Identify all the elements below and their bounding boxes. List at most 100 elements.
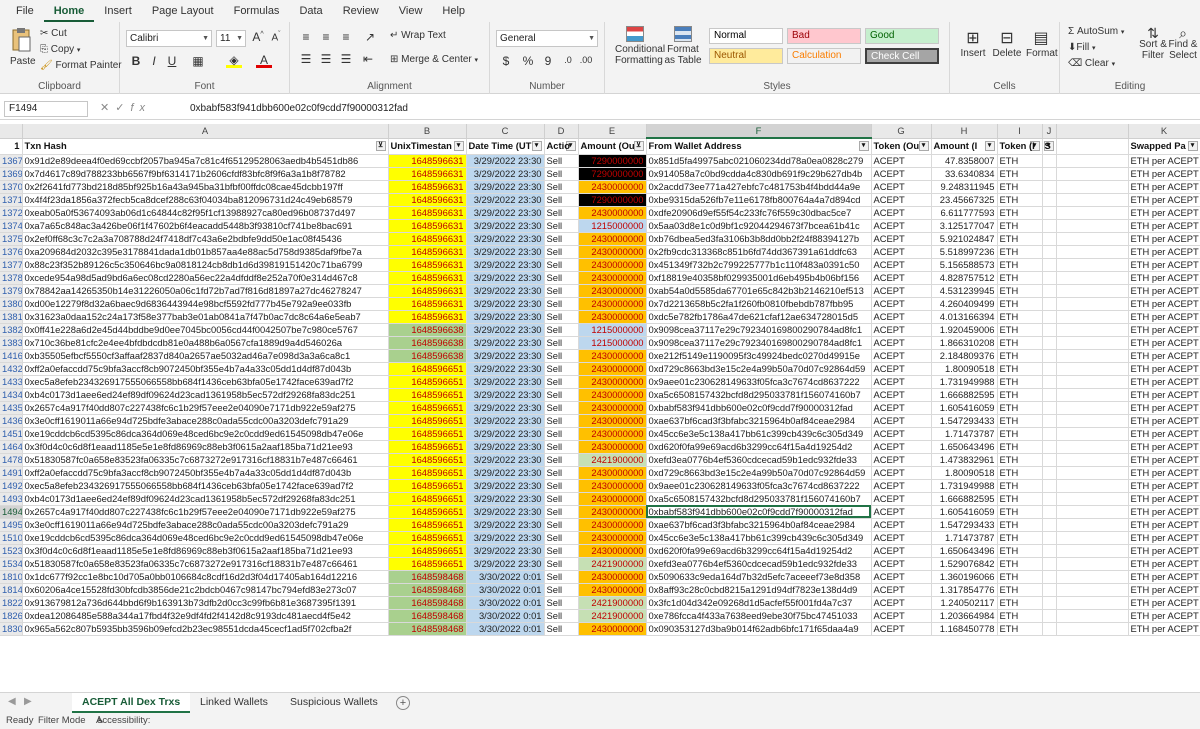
amount-in-cell[interactable]: 1.168450778 [931, 622, 998, 636]
action-cell[interactable]: Sell [544, 154, 579, 168]
unix-timestamp-cell[interactable]: 1648596651 [388, 531, 467, 545]
token-in-cell[interactable]: ETH [997, 401, 1043, 415]
action-cell[interactable]: Sell [544, 336, 579, 350]
ribbon-tab-insert[interactable]: Insert [94, 2, 142, 22]
amount-out-cell[interactable]: 2430000000 [578, 440, 647, 454]
align-bottom-icon[interactable]: ≡ [338, 30, 354, 44]
amount-in-cell[interactable]: 4.013166394 [931, 310, 998, 324]
cell-style-check-cell[interactable]: Check Cell [865, 48, 939, 64]
font-size-select[interactable]: 11 ▼ [216, 30, 246, 47]
date-time-cell[interactable]: 3/29/2022 23:30 [466, 180, 545, 194]
empty-cell[interactable] [1042, 180, 1057, 194]
token-in-cell[interactable]: ETH [997, 271, 1043, 285]
comma-icon[interactable]: 9 [540, 54, 556, 68]
amount-in-cell[interactable]: 1.360196066 [931, 570, 998, 584]
date-time-cell[interactable]: 3/29/2022 23:30 [466, 310, 545, 324]
date-time-cell[interactable]: 3/29/2022 23:30 [466, 297, 545, 311]
empty-cell[interactable] [1042, 154, 1057, 168]
token-in-cell[interactable]: ETH [997, 440, 1043, 454]
unix-timestamp-cell[interactable]: 1648598468 [388, 570, 467, 584]
amount-out-cell[interactable]: 1215000000 [578, 323, 647, 337]
token-out-cell[interactable]: ACEPT [871, 492, 932, 506]
unix-timestamp-cell[interactable]: 1648596638 [388, 336, 467, 350]
amount-in-cell[interactable]: 1.731949988 [931, 479, 998, 493]
format-painter-button[interactable]: 🖌 Format Painter [40, 60, 122, 71]
action-cell[interactable]: Sell [544, 362, 579, 376]
empty-cell[interactable] [1042, 440, 1057, 454]
row-number[interactable]: 1433 [0, 375, 23, 389]
txn-hash-cell[interactable]: 0xcede954a98d5ad9bd6a6ec08cd2280a56ec22a… [22, 271, 389, 285]
action-cell[interactable]: Sell [544, 167, 579, 181]
txn-hash-cell[interactable]: 0xb4c0173d1aee6ed24ef89df09624d23cad1361… [22, 388, 389, 402]
filter-dropdown-icon[interactable]: ⊻ [375, 141, 386, 151]
from-wallet-cell[interactable]: 0x2fb9cdc313368c851b6fd74dd367391a61ddfc… [646, 245, 872, 259]
txn-hash-cell[interactable]: 0x1dc677f92cc1e8bc10d705a0bb0106684c8cdf… [22, 570, 389, 584]
action-cell[interactable]: Sell [544, 466, 579, 480]
row-number[interactable]: 1492 [0, 479, 23, 493]
unix-timestamp-cell[interactable]: 1648596631 [388, 154, 467, 168]
row-number[interactable]: 1416 [0, 349, 23, 363]
swapped-pair-cell[interactable]: ETH per ACEPT [1128, 388, 1200, 402]
token-in-cell[interactable]: ETH [997, 167, 1043, 181]
token-in-cell[interactable]: ETH [997, 310, 1043, 324]
date-time-cell[interactable]: 3/29/2022 23:30 [466, 375, 545, 389]
ribbon-tab-home[interactable]: Home [43, 2, 95, 22]
token-in-cell[interactable]: ETH [997, 232, 1043, 246]
from-wallet-cell[interactable]: 0xb76dbea5ed3fa3106b3b8dd0bb2f24f8839412… [646, 232, 872, 246]
row-number[interactable]: 1493 [0, 492, 23, 506]
token-in-cell[interactable]: ETH [997, 154, 1043, 168]
txn-hash-cell[interactable]: 0x3e0cff1619011a66e94d725bdfe3abace288c0… [22, 414, 389, 428]
swapped-pair-cell[interactable]: ETH per ACEPT [1128, 180, 1200, 194]
from-wallet-cell[interactable]: 0xe786fcca4f433a7638eed9ebe30f75bc474510… [646, 609, 872, 623]
unix-timestamp-cell[interactable]: 1648596651 [388, 544, 467, 558]
unix-timestamp-cell[interactable]: 1648598468 [388, 583, 467, 597]
number-format-select[interactable]: General ▼ [496, 30, 598, 47]
txn-hash-cell[interactable]: 0xec5a8efeb234326917555066558bb684f1436c… [22, 479, 389, 493]
row-number[interactable]: 1372 [0, 206, 23, 220]
token-out-cell[interactable]: ACEPT [871, 531, 932, 545]
token-in-cell[interactable]: ETH [997, 219, 1043, 233]
token-in-cell[interactable]: ETH [997, 505, 1043, 519]
unix-timestamp-cell[interactable]: 1648596651 [388, 466, 467, 480]
txn-hash-cell[interactable]: 0x2657c4a917f40dd807c227438fc6c1b29f57ee… [22, 401, 389, 415]
amount-out-cell[interactable]: 2430000000 [578, 271, 647, 285]
format-as-table-button[interactable]: Format as Table [663, 26, 703, 66]
amount-out-cell[interactable]: 2430000000 [578, 622, 647, 636]
action-cell[interactable]: Sell [544, 323, 579, 337]
paste-icon[interactable] [10, 26, 32, 54]
token-in-cell[interactable]: ETH [997, 297, 1043, 311]
amount-out-cell[interactable]: 2430000000 [578, 388, 647, 402]
date-time-cell[interactable]: 3/29/2022 23:30 [466, 388, 545, 402]
cell-style-bad[interactable]: Bad [787, 28, 861, 44]
row-number[interactable]: 1370 [0, 180, 23, 194]
fill-color-icon[interactable]: ◈ [226, 53, 242, 68]
unix-timestamp-cell[interactable]: 1648596631 [388, 206, 467, 220]
amount-in-cell[interactable]: 5.921024847 [931, 232, 998, 246]
amount-in-cell[interactable]: 4.531239945 [931, 284, 998, 298]
from-wallet-cell[interactable]: 0xdc5e782fb1786a47de621cfaf12ae634728015… [646, 310, 872, 324]
date-time-cell[interactable]: 3/29/2022 23:30 [466, 466, 545, 480]
action-cell[interactable]: Sell [544, 271, 579, 285]
empty-cell[interactable] [1042, 167, 1057, 181]
amount-out-cell[interactable]: 2430000000 [578, 479, 647, 493]
row-number[interactable]: 1383 [0, 336, 23, 350]
align-center-icon[interactable]: ☰ [318, 52, 334, 66]
swapped-pair-cell[interactable]: ETH per ACEPT [1128, 232, 1200, 246]
date-time-cell[interactable]: 3/29/2022 23:30 [466, 479, 545, 493]
swapped-pair-cell[interactable]: ETH per ACEPT [1128, 362, 1200, 376]
unix-timestamp-cell[interactable]: 1648596631 [388, 297, 467, 311]
autosum-button[interactable]: Σ AutoSum ▾ [1068, 26, 1124, 37]
token-out-cell[interactable]: ACEPT [871, 336, 932, 350]
amount-in-cell[interactable]: 1.650643496 [931, 440, 998, 454]
next-sheet-icon[interactable]: ▶ [24, 696, 32, 707]
font-name-select[interactable]: Calibri ▼ [126, 30, 212, 47]
amount-out-cell[interactable]: 2430000000 [578, 206, 647, 220]
token-out-cell[interactable]: ACEPT [871, 232, 932, 246]
txn-hash-cell[interactable]: 0x31623a0daa152c24a173f58e377bab3e01ab08… [22, 310, 389, 324]
txn-hash-cell[interactable]: 0x965a562c807b5935bb3596b09efcd2b23ec985… [22, 622, 389, 636]
filter-dropdown-icon[interactable]: ▾ [1187, 141, 1198, 151]
row-number[interactable]: 1814 [0, 583, 23, 597]
decrease-font-icon[interactable]: Aˇ [268, 31, 284, 43]
txn-hash-cell[interactable]: 0x60206a4ce15528fd30bfcdb3856de21c2bdcb0… [22, 583, 389, 597]
date-time-cell[interactable]: 3/29/2022 23:30 [466, 427, 545, 441]
